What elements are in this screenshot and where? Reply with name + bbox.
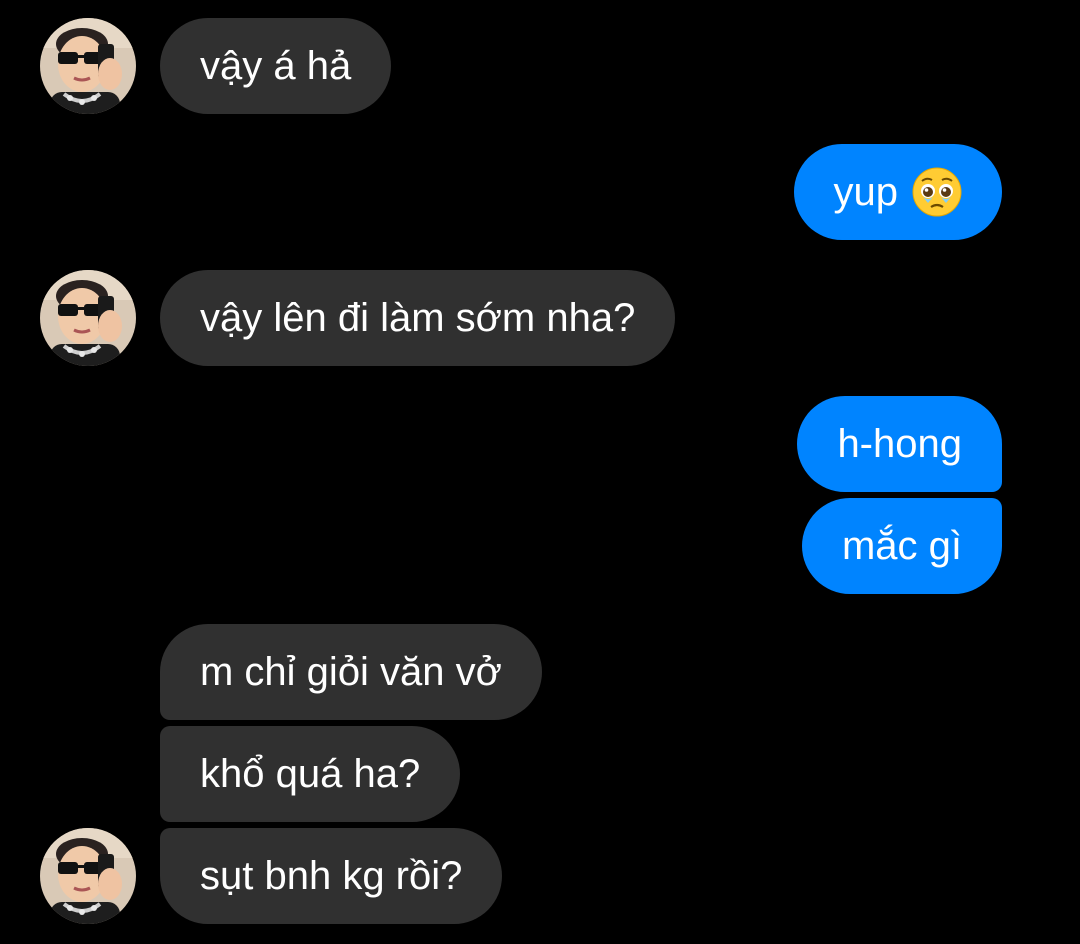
pleading-face-icon xyxy=(912,167,962,217)
message-text: vậy lên đi làm sớm nha? xyxy=(200,296,636,340)
message-text: h-hong xyxy=(837,422,962,466)
message-bubble-incoming[interactable]: sụt bnh kg rồi? xyxy=(160,828,503,924)
message-bubble-incoming[interactable]: m chỉ giỏi văn vở xyxy=(160,624,542,720)
message-bubble-outgoing[interactable]: mắc gì xyxy=(801,498,1002,594)
message-text: sụt bnh kg rồi? xyxy=(200,854,463,898)
contact-avatar[interactable] xyxy=(40,18,136,114)
message-bubble-incoming[interactable]: vậy á hả xyxy=(160,18,392,114)
message-bubble-incoming[interactable]: vậy lên đi làm sớm nha? xyxy=(160,270,676,366)
message-text: m chỉ giỏi văn vở xyxy=(200,650,502,694)
message-text: yup xyxy=(833,170,899,214)
contact-avatar[interactable] xyxy=(40,828,136,924)
message-text: mắc gì xyxy=(841,524,962,568)
message-bubble-incoming[interactable]: khổ quá ha? xyxy=(160,726,461,822)
message-text: khổ quá ha? xyxy=(200,752,421,796)
message-bubble-outgoing[interactable]: h-hong xyxy=(797,396,1002,492)
contact-avatar[interactable] xyxy=(40,270,136,366)
message-text: vậy á hả xyxy=(200,44,352,88)
message-bubble-outgoing[interactable]: yup xyxy=(793,144,1002,240)
